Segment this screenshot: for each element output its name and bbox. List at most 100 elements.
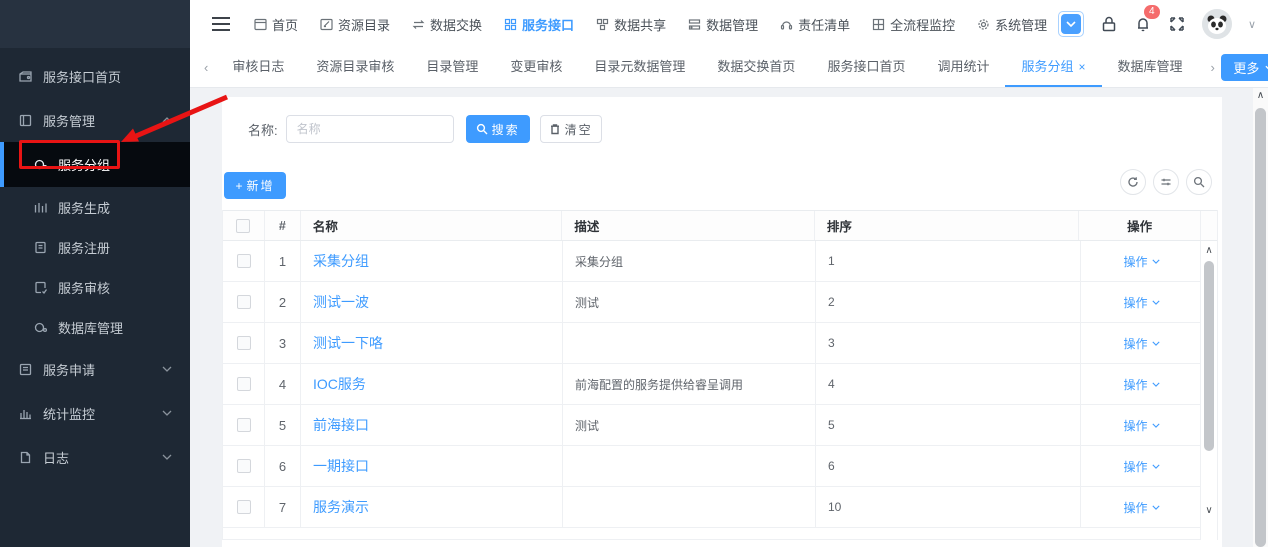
tab-database-manage[interactable]: 数据库管理 [1102, 48, 1199, 87]
nav-item-system-manage[interactable]: 系统管理 [977, 15, 1047, 34]
row-desc [563, 323, 816, 363]
refresh-button[interactable] [1120, 169, 1146, 195]
row-checkbox[interactable] [237, 254, 251, 268]
table-scrollbar-thumb[interactable] [1204, 261, 1214, 451]
row-order: 6 [816, 446, 1081, 486]
nav-item-label: 数据交换 [430, 15, 482, 34]
tab-service-group[interactable]: 服务分组 × [1005, 48, 1101, 87]
action-label: 操作 [1123, 458, 1147, 475]
clear-button[interactable]: 清空 [540, 115, 602, 143]
zoom-button[interactable] [1186, 169, 1212, 195]
top-bar: 首页 资源目录 数据交换 服务接口 数据共享 数据管理 责任清单 全流程监控 [190, 0, 1268, 48]
tab-label: 目录元数据管理 [594, 59, 685, 74]
sidebar-item-stats-monitor[interactable]: 统计监控 [0, 391, 190, 435]
search-input[interactable] [286, 115, 454, 143]
nav-item-label: 责任清单 [798, 15, 850, 34]
notifications-button[interactable]: 4 [1134, 15, 1152, 33]
more-tabs-button[interactable]: 更多 [1221, 54, 1268, 81]
row-action-dropdown[interactable]: 操作 [1123, 253, 1159, 270]
sidebar-item-service-manage[interactable]: 服务管理 [0, 98, 190, 142]
tab-label: 数据库管理 [1118, 59, 1183, 74]
chevron-down-icon [162, 454, 172, 460]
column-settings-button[interactable] [1153, 169, 1179, 195]
tabs-scroll-left-icon[interactable]: ‹ [190, 60, 216, 75]
row-action-dropdown[interactable]: 操作 [1123, 376, 1159, 393]
row-action-dropdown[interactable]: 操作 [1123, 417, 1159, 434]
row-checkbox[interactable] [237, 459, 251, 473]
group-name-link[interactable]: IOC服务 [313, 374, 366, 394]
row-action-dropdown[interactable]: 操作 [1123, 458, 1159, 475]
group-name-link[interactable]: 一期接口 [313, 456, 369, 476]
tab-close-icon[interactable]: × [1078, 60, 1085, 74]
lock-icon[interactable] [1100, 15, 1118, 33]
sidebar-item-label: 服务审核 [58, 278, 110, 297]
search-button[interactable]: 搜索 [466, 115, 530, 143]
nav-item-data-manage[interactable]: 数据管理 [688, 15, 758, 34]
fullscreen-icon[interactable] [1168, 15, 1186, 33]
row-action-dropdown[interactable]: 操作 [1123, 294, 1159, 311]
chevron-down-icon [162, 410, 172, 416]
sidebar-item-service-group[interactable]: 服务分组 [0, 142, 190, 187]
add-button[interactable]: + 新增 [224, 172, 286, 199]
row-index: 3 [265, 323, 301, 363]
row-action-dropdown[interactable]: 操作 [1123, 335, 1159, 352]
user-menu-chevron[interactable]: ∨ [1248, 18, 1256, 31]
process-monitor-icon [872, 18, 885, 31]
tabs-scroll-right-icon[interactable]: › [1205, 60, 1221, 75]
panda-avatar-icon [1202, 9, 1232, 39]
row-checkbox[interactable] [237, 500, 251, 514]
nav-item-data-exchange[interactable]: 数据交换 [412, 15, 482, 34]
group-name-link[interactable]: 服务演示 [313, 497, 369, 517]
row-index: 2 [265, 282, 301, 322]
sidebar-item-service-generate[interactable]: 服务生成 [0, 187, 190, 227]
select-all-checkbox[interactable] [236, 219, 250, 233]
nav-item-data-share[interactable]: 数据共享 [596, 15, 666, 34]
row-checkbox[interactable] [237, 336, 251, 350]
chevron-down-icon [1066, 21, 1076, 27]
scroll-down-icon[interactable]: ∨ [1205, 504, 1212, 518]
nav-item-process-monitor[interactable]: 全流程监控 [872, 15, 955, 34]
page-scroll-up-icon[interactable]: ∧ [1253, 88, 1268, 104]
group-name-link[interactable]: 测试一下咯 [313, 333, 383, 353]
row-checkbox[interactable] [237, 377, 251, 391]
sidebar-item-database-manage[interactable]: 数据库管理 [0, 307, 190, 347]
nav-item-resource-catalog[interactable]: 资源目录 [320, 15, 390, 34]
page-scrollbar-thumb[interactable] [1255, 108, 1266, 547]
tab-resource-catalog-audit[interactable]: 资源目录审核 [300, 48, 410, 87]
sidebar-item-service-apply[interactable]: 服务申请 [0, 347, 190, 391]
search-icon [476, 123, 488, 135]
language-button[interactable] [1058, 11, 1084, 37]
group-name-link[interactable]: 采集分组 [313, 251, 369, 271]
hamburger-menu-icon[interactable] [212, 13, 230, 35]
table-scrollbar[interactable]: ∧ ∨ [1200, 241, 1217, 540]
tab-service-api-home[interactable]: 服务接口首页 [811, 48, 921, 87]
row-checkbox[interactable] [237, 418, 251, 432]
resource-catalog-icon [320, 18, 333, 31]
nav-item-responsibility-list[interactable]: 责任清单 [780, 15, 850, 34]
sidebar-item-log[interactable]: 日志 [0, 435, 190, 479]
tab-data-exchange-home[interactable]: 数据交换首页 [701, 48, 811, 87]
page-scrollbar[interactable]: ∧ [1253, 88, 1268, 547]
sidebar-item-service-home[interactable]: 服务接口首页 [0, 54, 190, 98]
group-name-link[interactable]: 前海接口 [313, 415, 369, 435]
tab-audit-log[interactable]: 审核日志 [216, 48, 300, 87]
tab-label: 目录管理 [426, 59, 478, 74]
sidebar-item-service-audit[interactable]: 服务审核 [0, 267, 190, 307]
tab-change-audit[interactable]: 变更审核 [494, 48, 578, 87]
sidebar-item-service-register[interactable]: 服务注册 [0, 227, 190, 267]
row-action-dropdown[interactable]: 操作 [1123, 499, 1159, 516]
nav-item-service-api[interactable]: 服务接口 [504, 15, 574, 34]
stats-icon [18, 406, 33, 421]
scroll-up-icon[interactable]: ∧ [1205, 244, 1212, 258]
group-name-link[interactable]: 测试一波 [313, 292, 369, 312]
tab-catalog-metadata[interactable]: 目录元数据管理 [578, 48, 701, 87]
chevron-down-icon [162, 366, 172, 372]
row-checkbox[interactable] [237, 295, 251, 309]
user-avatar[interactable] [1202, 9, 1232, 39]
nav-item-home[interactable]: 首页 [254, 15, 298, 34]
nav-item-label: 服务接口 [522, 15, 574, 34]
tab-label: 服务分组 [1021, 59, 1073, 74]
tab-catalog-manage[interactable]: 目录管理 [410, 48, 494, 87]
data-exchange-icon [412, 18, 425, 31]
tab-call-stats[interactable]: 调用统计 [921, 48, 1005, 87]
